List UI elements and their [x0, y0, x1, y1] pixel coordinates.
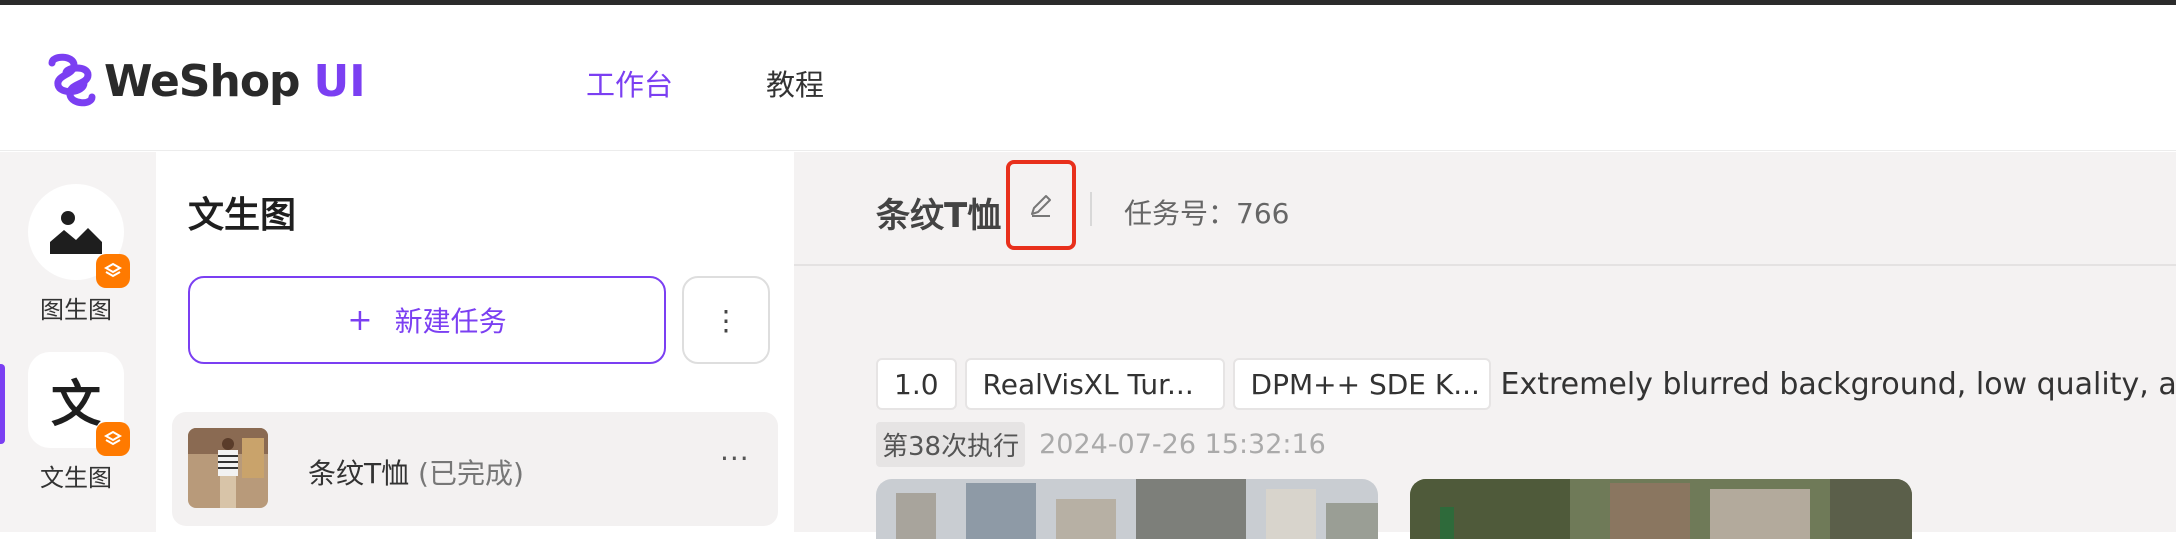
rail-icon-bg [28, 184, 130, 288]
rail-item-image-to-image[interactable]: 图生图 [28, 184, 130, 325]
run-timestamp: 2024-07-26 15:32:16 [1039, 429, 1326, 460]
tool-rail: 图生图 文 文生图 [0, 152, 156, 532]
pencil-icon [1031, 195, 1051, 217]
task-header: 条纹T恤 任务号：766 [794, 152, 2176, 266]
run-parameters: 1.0 RealVisXL Tur... DPM++ SDE K... Extr… [876, 358, 2176, 410]
result-image[interactable] [1410, 479, 1912, 539]
sampler-chip: DPM++ SDE K... [1232, 358, 1491, 410]
logo-ui-suffix: UI [313, 55, 366, 107]
app-header: WeShop UI 工作台 教程 [0, 5, 2176, 151]
more-options-button[interactable]: ⋮ [682, 276, 770, 364]
header-divider [1090, 192, 1092, 226]
edit-title-button[interactable] [1006, 160, 1076, 250]
task-title: 条纹T恤 [876, 196, 1002, 236]
model-chip: RealVisXL Tur... [964, 358, 1225, 410]
task-name: 条纹T恤 (已完成) [308, 452, 524, 492]
weshop-logo-icon [48, 53, 96, 107]
new-task-label: 新建任务 [394, 305, 507, 338]
text-wen-icon: 文 [51, 374, 101, 433]
panel-title: 文生图 [188, 195, 297, 236]
vertical-dots-icon: ⋮ [712, 303, 740, 337]
main-content: 条纹T恤 任务号：766 1.0 RealVisXL Tur... DPM++ … [794, 152, 2176, 539]
layers-badge-icon [96, 422, 130, 456]
nav-workbench[interactable]: 工作台 [586, 62, 673, 104]
layers-badge-icon [96, 254, 130, 288]
task-number: 任务号：766 [1124, 197, 1290, 230]
task-menu-button[interactable]: ··· [720, 442, 750, 475]
weshop-logo[interactable]: WeShop UI [44, 53, 366, 109]
task-panel: 文生图 + 新建任务 ⋮ 条纹T恤 (已完成) ··· [156, 152, 794, 532]
run-count-badge: 第38次执行 [876, 422, 1026, 467]
result-image[interactable] [876, 479, 1378, 539]
plus-icon: + [347, 302, 373, 338]
nav-tutorial[interactable]: 教程 [766, 62, 824, 104]
task-list-item[interactable]: 条纹T恤 (已完成) ··· [172, 412, 778, 526]
task-thumbnail [188, 428, 268, 508]
rail-item-text-to-image[interactable]: 文 文生图 [28, 352, 130, 493]
prompt-text: Extremely blurred background, low qualit… [1500, 366, 2176, 402]
rail-item-label: 图生图 [40, 296, 112, 324]
rail-icon-bg: 文 [28, 352, 130, 456]
task-status: (已完成) [418, 457, 524, 490]
image-icon [50, 211, 102, 254]
rail-item-label: 文生图 [40, 464, 112, 492]
task-title: 条纹T恤 [308, 457, 410, 490]
run-info: 第38次执行 2024-07-26 15:32:16 [876, 422, 1326, 467]
rail-active-indicator [0, 364, 5, 444]
cfg-chip: 1.0 [876, 358, 957, 410]
logo-wordmark: WeShop [104, 55, 301, 107]
new-task-button[interactable]: + 新建任务 [188, 276, 666, 364]
